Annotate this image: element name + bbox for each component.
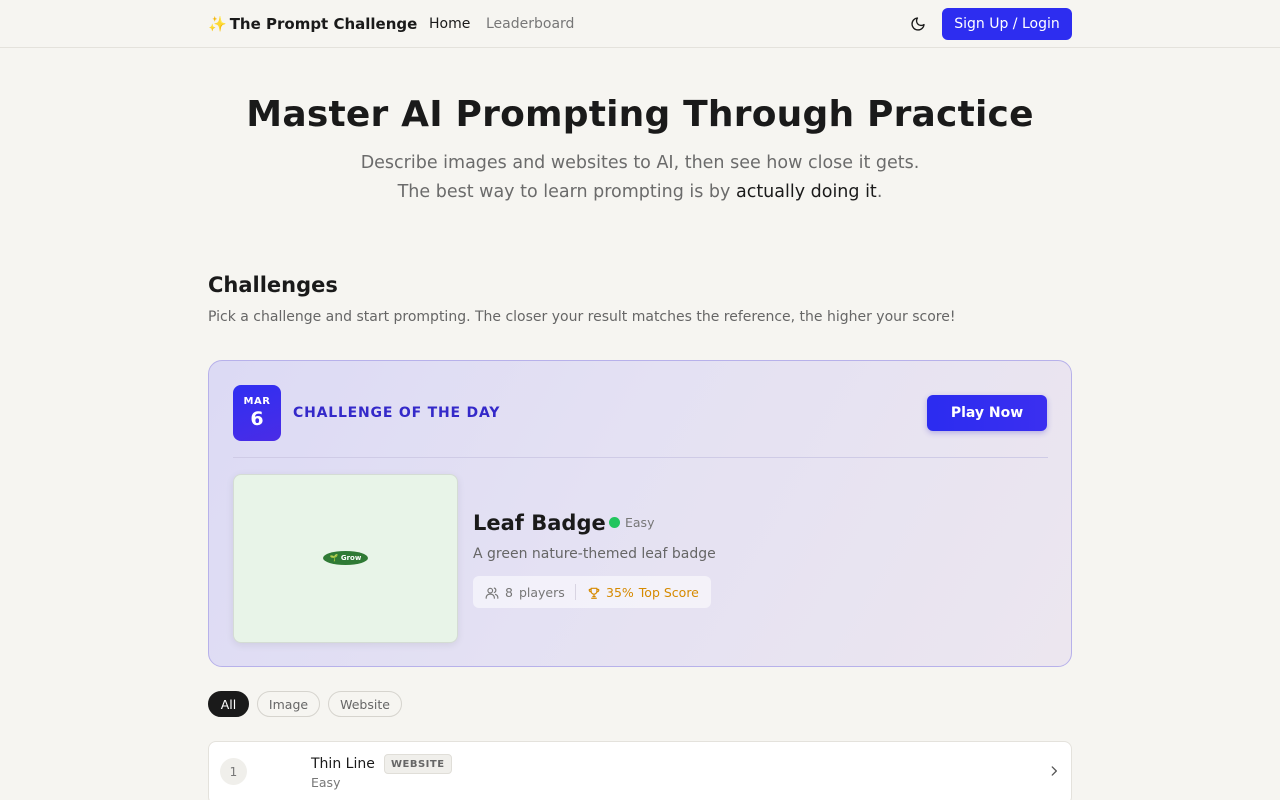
players-label: players <box>518 585 565 600</box>
challenge-preview-image[interactable]: 🌱 Grow <box>233 474 458 643</box>
filter-all[interactable]: All <box>208 691 249 717</box>
top-score-stat: 35% Top Score <box>587 585 699 600</box>
hero-line2-suffix: . <box>876 182 883 202</box>
date-month: MAR <box>243 396 271 407</box>
hero-subtitle-line1: Describe images and websites to AI, then… <box>360 153 920 173</box>
theme-toggle-button[interactable] <box>906 12 930 36</box>
leaf-badge-preview: 🌱 Grow <box>323 551 368 565</box>
brand-logo[interactable]: ✨ The Prompt Challenge <box>208 15 417 33</box>
challenge-row[interactable]: 1 Thin Line WEBSITE Easy <box>208 741 1072 800</box>
challenge-name: Leaf Badge <box>473 511 606 535</box>
row-rank: 1 <box>220 758 247 785</box>
row-title: Thin Line <box>311 756 375 772</box>
difficulty-label: Easy <box>625 515 655 530</box>
row-type-tag: WEBSITE <box>384 754 452 774</box>
hero-title: Master AI Prompting Through Practice <box>246 94 1034 135</box>
filter-image[interactable]: Image <box>257 691 320 717</box>
signup-login-button[interactable]: Sign Up / Login <box>942 8 1072 40</box>
top-score-label: Top Score <box>638 585 699 600</box>
date-day: 6 <box>250 408 264 430</box>
divider <box>233 457 1048 458</box>
nav-link-home[interactable]: Home <box>429 16 470 32</box>
users-icon <box>485 586 499 599</box>
hero-line2-prefix: The best way to learn prompting is by <box>397 182 736 202</box>
chevron-right-icon <box>1051 766 1057 776</box>
challenges-description: Pick a challenge and start prompting. Th… <box>208 309 956 325</box>
play-now-button[interactable]: Play Now <box>927 395 1047 431</box>
brand-name: The Prompt Challenge <box>229 15 418 33</box>
players-count: 8 <box>505 585 513 600</box>
top-nav: ✨ The Prompt Challenge Home Leaderboard S… <box>0 0 1280 48</box>
moon-icon <box>911 17 925 31</box>
challenge-of-the-day-label: CHALLENGE OF THE DAY <box>293 405 501 421</box>
challenges-title: Challenges <box>208 273 338 297</box>
trophy-icon <box>588 587 600 599</box>
nav-link-leaderboard[interactable]: Leaderboard <box>486 16 574 32</box>
date-badge: MAR 6 <box>233 385 281 441</box>
players-stat: 8 players <box>485 585 565 600</box>
challenge-of-the-day-card: MAR 6 CHALLENGE OF THE DAY Play Now 🌱 Gr… <box>208 360 1072 667</box>
row-difficulty: Easy <box>311 775 341 790</box>
hero-subtitle-line2: The best way to learn prompting is by ac… <box>0 182 1280 202</box>
challenge-description: A green nature-themed leaf badge <box>473 546 716 562</box>
sparkles-icon: ✨ <box>208 15 227 33</box>
top-score-value: 35% <box>606 585 634 600</box>
difficulty-dot <box>609 517 620 528</box>
hero-line2-emphasis: actually doing it <box>735 182 877 202</box>
stat-separator <box>575 584 576 600</box>
filter-website[interactable]: Website <box>328 691 402 717</box>
challenge-stats: 8 players 35% Top Score <box>473 576 711 608</box>
